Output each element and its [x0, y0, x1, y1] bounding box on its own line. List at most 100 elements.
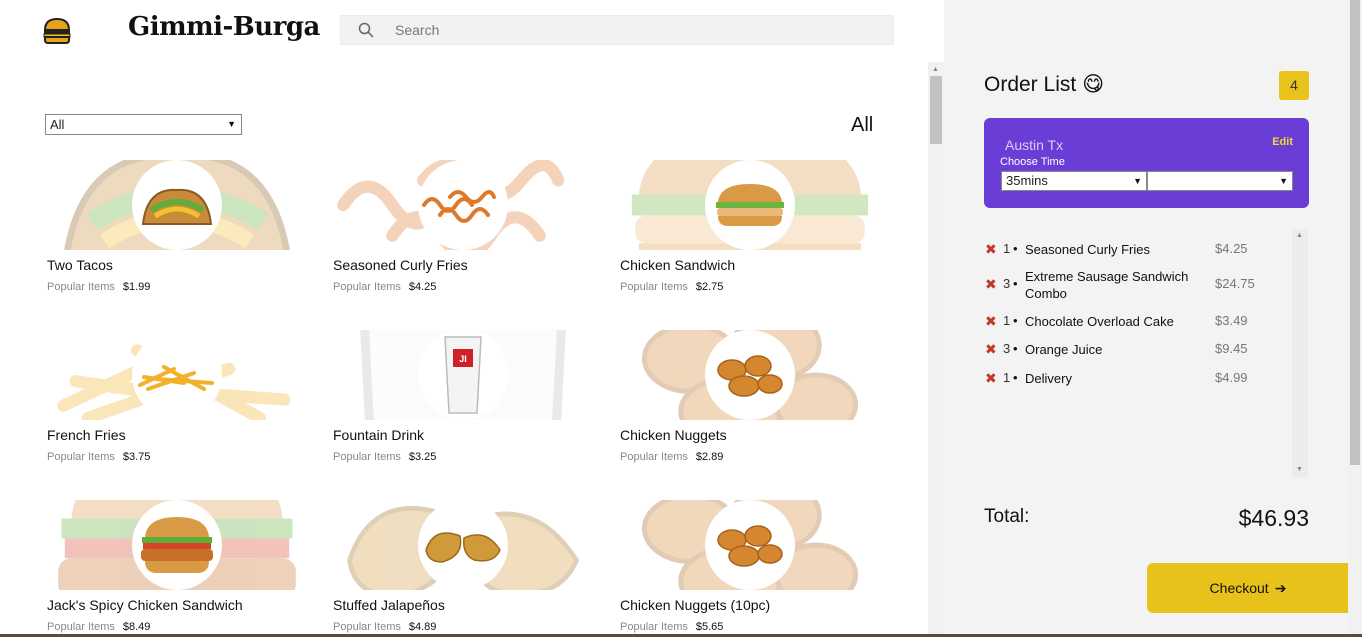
remove-item-icon[interactable]: ✖ [985, 370, 997, 387]
menu-item-meta: Popular Items $5.65 [620, 621, 723, 633]
total-value: $46.93 [1238, 505, 1309, 531]
menu-item-image[interactable]: JIJI [331, 330, 595, 420]
menu-item-price: $1.99 [122, 281, 151, 293]
page-scrollbar[interactable] [1348, 0, 1362, 637]
svg-text:JI: JI [459, 354, 467, 364]
menu-item-name[interactable]: Seasoned Curly Fries [333, 257, 468, 273]
remove-item-icon[interactable]: ✖ [985, 241, 997, 258]
time-select-value: 35mins [1006, 173, 1048, 188]
menu-item-category: Popular Items [333, 451, 401, 463]
edit-location-button[interactable]: Edit [1272, 136, 1293, 148]
menu-item-category: Popular Items [620, 451, 688, 463]
order-item-qty: 1 [1003, 313, 1011, 328]
order-item-name: Seasoned Curly Fries [1025, 242, 1150, 257]
menu-item-card[interactable]: French Fries Popular Items $3.75 [45, 330, 309, 470]
menu-item-category: Popular Items [47, 281, 115, 293]
menu-item-name[interactable]: Chicken Sandwich [620, 257, 735, 273]
menu-item-price: $4.89 [408, 621, 437, 633]
menu-item-name[interactable]: Jack's Spicy Chicken Sandwich [47, 597, 243, 613]
drink-cup-icon: JI [418, 330, 508, 420]
menu-item-category: Popular Items [620, 281, 688, 293]
search-input[interactable] [395, 22, 855, 38]
yum-emoji-icon: 😋 [1082, 73, 1105, 96]
menu-item-category: Popular Items [333, 621, 401, 633]
menu-item-price: $2.89 [695, 451, 724, 463]
order-item-price: $9.45 [1215, 341, 1248, 356]
nuggets-icon [705, 330, 795, 420]
category-filter-select[interactable]: All ▼ [45, 114, 242, 135]
menu-scrollbar[interactable]: ▲ [928, 62, 944, 637]
menu-item-image[interactable] [618, 500, 882, 590]
menu-item-image[interactable] [45, 330, 309, 420]
menu-item-image[interactable] [331, 160, 595, 250]
order-item-price: $3.49 [1215, 313, 1248, 328]
order-item-name: Extreme Sausage Sandwich Combo [1025, 269, 1189, 301]
order-item-price: $24.75 [1215, 276, 1255, 291]
menu-item-image[interactable] [618, 330, 882, 420]
order-item-qty: 1 [1003, 370, 1011, 385]
scroll-down-icon[interactable]: ▼ [1296, 466, 1303, 473]
menu-item-name[interactable]: French Fries [47, 427, 126, 443]
menu-item-name[interactable]: Fountain Drink [333, 427, 424, 443]
order-list-scrollbar[interactable]: ▲ ▼ [1292, 230, 1308, 478]
menu-item-category: Popular Items [47, 621, 115, 633]
menu-item-category: Popular Items [620, 621, 688, 633]
menu-item-card[interactable]: Chicken Sandwich Popular Items $2.75 [618, 160, 882, 300]
scrollbar-thumb[interactable] [930, 76, 942, 144]
category-filter-value: All [50, 117, 65, 132]
brand-name[interactable]: Gimmi-Burga [128, 12, 320, 42]
order-item-name: Chocolate Overload Cake [1025, 314, 1174, 329]
search-bar[interactable] [340, 15, 894, 45]
bullet-icon: • [1013, 276, 1018, 291]
menu-item-price: $8.49 [122, 621, 151, 633]
remove-item-icon[interactable]: ✖ [985, 276, 997, 293]
taco-icon [132, 160, 222, 250]
menu-item-category: Popular Items [333, 281, 401, 293]
menu-item-card[interactable]: Jack's Spicy Chicken Sandwich Popular Ite… [45, 500, 309, 637]
menu-item-price: $5.65 [695, 621, 724, 633]
menu-item-card[interactable]: Stuffed Jalapeños Popular Items $4.89 [331, 500, 595, 637]
time-select[interactable]: 35mins ▼ [1001, 171, 1147, 191]
menu-item-meta: Popular Items $3.75 [47, 451, 150, 463]
menu-item-card[interactable]: Chicken Nuggets Popular Items $2.89 [618, 330, 882, 470]
scroll-up-icon[interactable]: ▲ [1296, 232, 1303, 239]
order-items-list: ✖ 1 • Seasoned Curly Fries $4.25 ✖ 3 • Extreme S… [984, 232, 1308, 478]
menu-item-image[interactable] [45, 500, 309, 590]
burger-logo-icon[interactable] [42, 17, 72, 44]
order-item-price: $4.25 [1215, 241, 1248, 256]
menu-item-card[interactable]: Two Tacos Popular Items $1.99 [45, 160, 309, 300]
sandwich-icon [705, 160, 795, 250]
menu-item-image[interactable] [331, 500, 595, 590]
menu-item-price: $2.75 [695, 281, 724, 293]
choose-time-label: Choose Time [1000, 156, 1065, 168]
spicy-sandwich-icon [132, 500, 222, 590]
menu-item-card[interactable]: Seasoned Curly Fries Popular Items $4.25 [331, 160, 595, 300]
bullet-icon: • [1013, 370, 1018, 385]
menu-item-name[interactable]: Chicken Nuggets (10pc) [620, 597, 770, 613]
order-item-qty: 1 [1003, 241, 1011, 256]
menu-item-name[interactable]: Stuffed Jalapeños [333, 597, 445, 613]
checkout-label: Checkout [1209, 580, 1269, 596]
order-item-name: Orange Juice [1025, 342, 1103, 357]
remove-item-icon[interactable]: ✖ [985, 341, 997, 358]
menu-item-name[interactable]: Chicken Nuggets [620, 427, 727, 443]
arrow-right-icon: ➔ [1274, 579, 1287, 596]
menu-item-image[interactable] [618, 160, 882, 250]
checkout-button[interactable]: Checkout ➔ [1147, 563, 1349, 613]
bullet-icon: • [1013, 313, 1018, 328]
menu-item-card[interactable]: Chicken Nuggets (10pc) Popular Items $5.65 [618, 500, 882, 637]
menu-item-image[interactable] [45, 160, 309, 250]
bullet-icon: • [1013, 241, 1018, 256]
menu-item-name[interactable]: Two Tacos [47, 257, 113, 273]
remove-item-icon[interactable]: ✖ [985, 313, 997, 330]
scroll-up-icon[interactable]: ▲ [932, 66, 939, 73]
menu-item-card[interactable]: JIJI Fountain Drink Popular Items $3.25 [331, 330, 595, 470]
time-select-secondary[interactable]: ▼ [1147, 171, 1293, 191]
page-scrollbar-thumb[interactable] [1350, 0, 1360, 465]
order-panel: Order List 😋 4 Austin Tx Edit Choose Tim… [944, 0, 1349, 637]
order-title: Order List 😋 [984, 72, 1104, 97]
fries-icon [132, 330, 222, 420]
dropdown-arrow-icon: ▼ [1133, 176, 1142, 186]
order-item-qty: 3 [1003, 276, 1011, 291]
location-name: Austin Tx [1005, 137, 1064, 153]
